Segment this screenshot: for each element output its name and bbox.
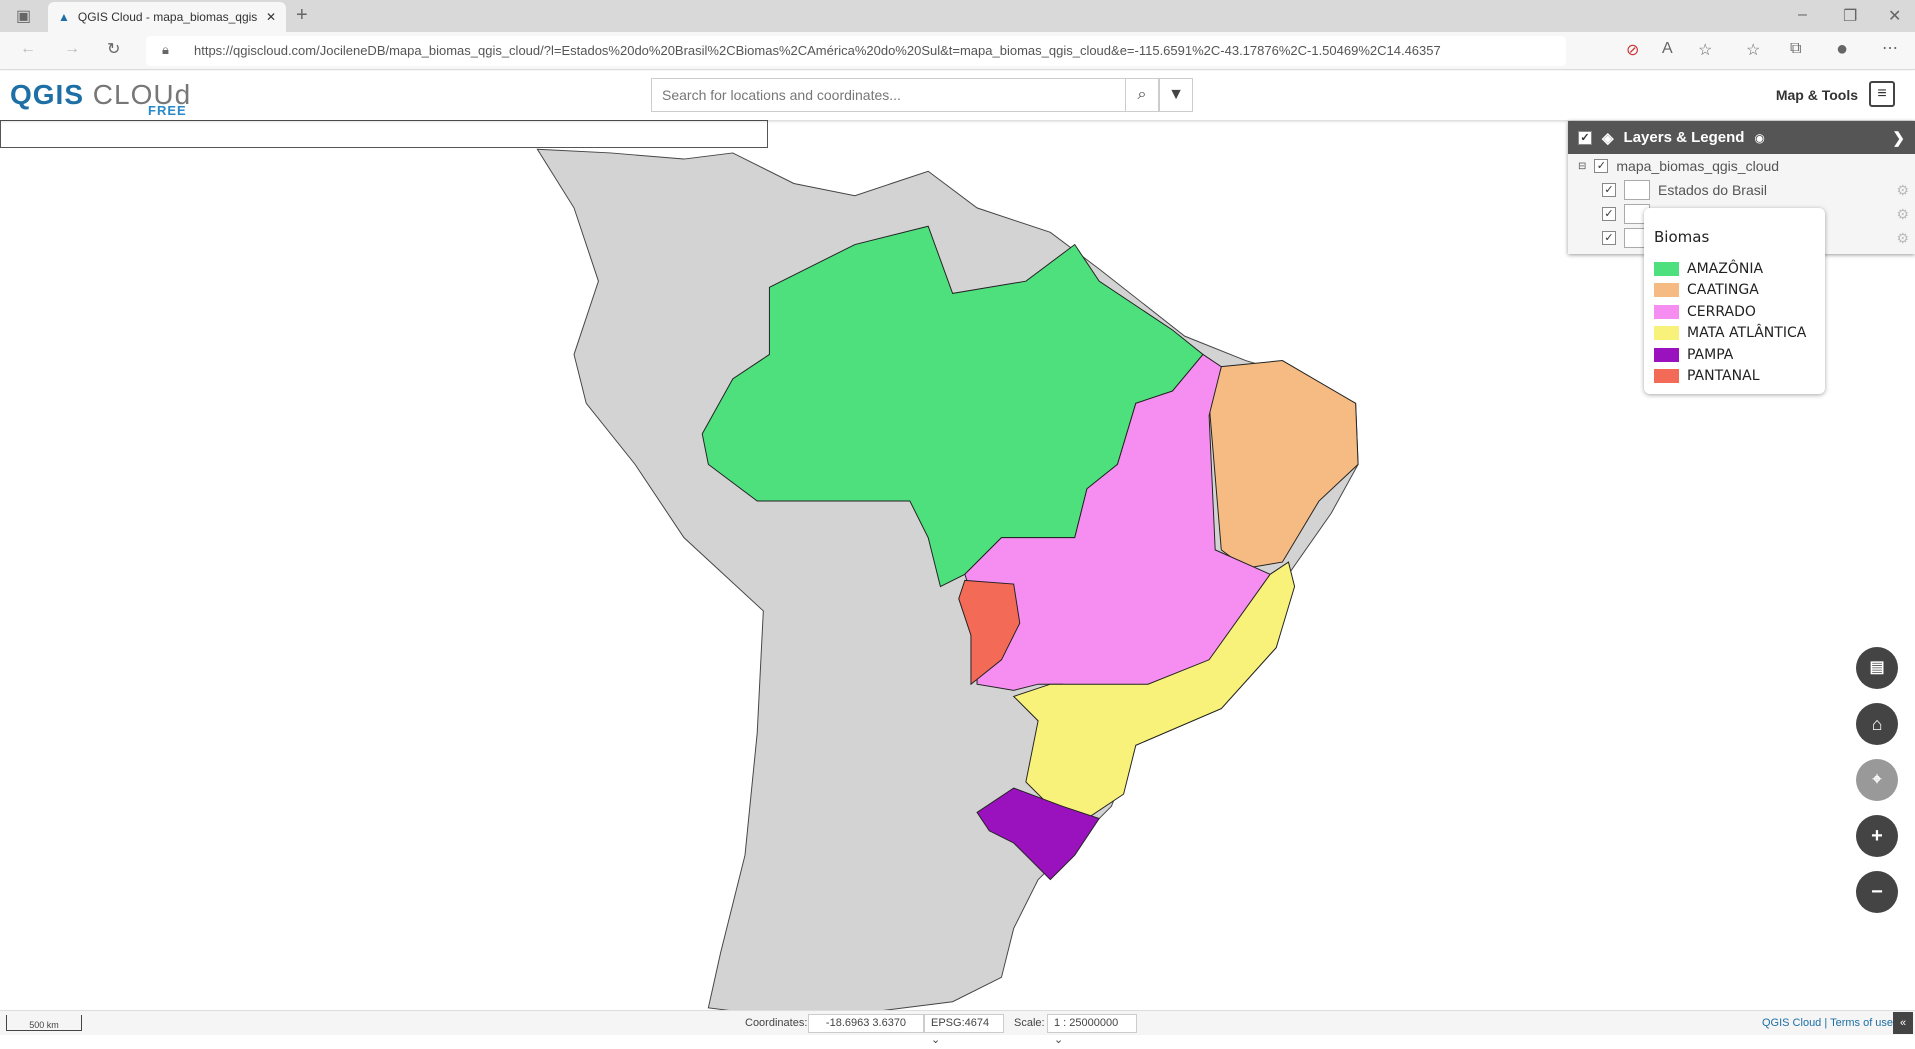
legend-item: PANTANAL xyxy=(1654,366,1815,388)
layers-panel-header[interactable]: ✓ ◈ Layers & Legend ◉ ❯ xyxy=(1568,121,1915,154)
zoom-in-button[interactable]: + xyxy=(1856,815,1898,857)
eye-icon[interactable]: ◉ xyxy=(1754,131,1764,145)
project-name: mapa_biomas_qgis_cloud xyxy=(1616,158,1780,174)
biome-caatinga xyxy=(1208,360,1359,569)
layer-checkbox[interactable]: ✓ xyxy=(1602,231,1616,245)
layer-checkbox[interactable]: ✓ xyxy=(1602,207,1616,221)
gear-icon[interactable]: ⚙ xyxy=(1896,206,1909,223)
qgis-cloud-logo[interactable]: QGIS CLOUd FREE xyxy=(10,79,191,118)
legend-swatch xyxy=(1654,304,1679,319)
legend-item: CERRADO xyxy=(1654,301,1815,323)
legend-item: AMAZÔNIA xyxy=(1654,258,1815,280)
gear-icon[interactable]: ⚙ xyxy=(1896,182,1909,199)
layer-checkbox[interactable]: ✓ xyxy=(1602,183,1616,197)
coordinates-field[interactable]: -18.6963 3.6370 xyxy=(808,1014,924,1033)
home-button[interactable]: ⌂ xyxy=(1856,703,1898,745)
scale-bar: 500 km xyxy=(6,1015,82,1031)
search-results-box xyxy=(0,120,768,148)
crs-select[interactable]: EPSG:4674 ⌄ xyxy=(924,1014,1004,1046)
legend-swatch xyxy=(1654,283,1679,298)
scale-select[interactable]: 1 : 25000000 ⌄ xyxy=(1047,1014,1137,1046)
status-bar: 500 km Coordinates: -18.6963 3.6370 EPSG… xyxy=(0,1010,1915,1046)
layer-label: Estados do Brasil xyxy=(1658,182,1767,198)
scale-label: Scale: xyxy=(1014,1017,1045,1029)
project-row[interactable]: ⊟ ✓ mapa_biomas_qgis_cloud xyxy=(1568,154,1915,178)
filter-button[interactable]: ▼ xyxy=(1159,78,1193,112)
search-input[interactable]: Search for locations and coordinates... xyxy=(651,78,1126,112)
legend-item: MATA ATLÂNTICA xyxy=(1654,323,1815,345)
collapse-panel-icon[interactable]: ❯ xyxy=(1892,129,1905,147)
gear-icon[interactable]: ⚙ xyxy=(1896,230,1909,247)
legend-item: CAATINGA xyxy=(1654,280,1815,302)
credits-link[interactable]: QGIS Cloud | Terms of use xyxy=(1762,1017,1893,1029)
legend-swatch xyxy=(1654,326,1679,341)
layer-row-estados[interactable]: ✓ Estados do Brasil ⚙ xyxy=(1568,178,1915,202)
legend-swatch xyxy=(1654,347,1679,362)
expand-status-icon[interactable]: « xyxy=(1893,1012,1913,1034)
legend-tooltip: Biomas AMAZÔNIA CAATINGA CERRADO MATA AT… xyxy=(1644,208,1825,394)
legend-swatch xyxy=(1654,369,1679,384)
menu-icon[interactable]: ≡ xyxy=(1869,81,1895,107)
locate-button[interactable]: ⌖ xyxy=(1856,759,1898,801)
project-checkbox[interactable]: ✓ xyxy=(1594,159,1609,173)
collapse-tree-icon[interactable]: ⊟ xyxy=(1578,161,1586,172)
layer-thumbnail[interactable] xyxy=(1624,180,1650,200)
zoom-out-button[interactable]: − xyxy=(1856,871,1898,913)
legend-item: PAMPA xyxy=(1654,344,1815,366)
coordinates-label: Coordinates: xyxy=(745,1017,808,1029)
legend-title: Biomas xyxy=(1654,228,1710,246)
layers-icon: ◈ xyxy=(1602,129,1614,147)
layers-title: Layers & Legend xyxy=(1623,129,1745,146)
legend-swatch xyxy=(1654,261,1679,276)
all-layers-checkbox[interactable]: ✓ xyxy=(1578,130,1592,145)
map-tools-button[interactable]: Map & Tools xyxy=(1776,87,1858,103)
print-button[interactable]: ▤ xyxy=(1856,647,1898,689)
search-button[interactable]: ⌕ xyxy=(1125,78,1159,112)
app-header: QGIS CLOUd FREE Search for locations and … xyxy=(0,71,1915,120)
